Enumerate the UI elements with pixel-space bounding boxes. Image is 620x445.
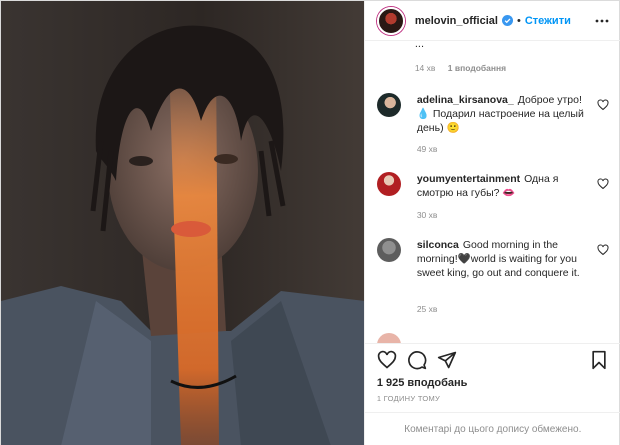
post-actions (364, 343, 620, 373)
comment-username[interactable]: adelina_kirsanova_ (417, 94, 514, 106)
comment-meta: 25 хв (417, 304, 438, 314)
share-icon[interactable] (437, 350, 457, 370)
avatar[interactable] (376, 6, 405, 35)
comment-avatar[interactable] (376, 93, 401, 117)
portrait-image (1, 1, 364, 445)
comment-like-heart-icon[interactable] (597, 99, 609, 111)
comment-time: 25 хв (416, 304, 438, 314)
comment-time: 30 хв (416, 210, 438, 220)
comment-body: adelina_kirsanova_ Доброе утро! 💧 Подарил… (417, 93, 587, 135)
comments-list[interactable]: ... 14 хв 1 вподобання adelina_kirsanova… (365, 41, 620, 343)
post-modal: melovin_official • Стежити ... 14 хв 1 в… (0, 0, 620, 445)
comment-body: youmyentertainment Одна я смотрю на губы?… (417, 172, 587, 200)
post-header: melovin_official • Стежити (364, 1, 620, 41)
comment-like-heart-icon[interactable] (597, 178, 609, 190)
verified-badge-icon (501, 15, 513, 26)
comment-username[interactable]: youmyentertainment (417, 173, 520, 185)
previous-comment-meta: 14 хв 1 вподобання (415, 63, 506, 73)
comment-avatar[interactable] (376, 172, 401, 196)
comments-restricted-notice: Коментарі до цього допису обмежено. (364, 412, 620, 445)
bookmark-icon[interactable] (589, 350, 609, 370)
more-options-icon[interactable] (595, 14, 609, 28)
comment-avatar[interactable] (376, 333, 401, 343)
comment-meta: 49 хв (417, 144, 438, 154)
comment-like-heart-icon[interactable] (597, 244, 609, 256)
post-photo[interactable] (1, 1, 364, 445)
author-username[interactable]: melovin_official (415, 15, 498, 27)
comment-avatar[interactable] (376, 238, 401, 262)
previous-comment-fragment: ... (414, 41, 424, 50)
comment-username[interactable]: silconca (417, 239, 459, 251)
post-likes-count[interactable]: 1 925 вподобань (377, 377, 468, 389)
comment-time: 14 хв (414, 63, 436, 73)
post-timestamp[interactable]: 1 ГОДИНУ ТОМУ (377, 394, 440, 403)
heart-icon[interactable] (377, 350, 397, 370)
comment-time: 49 хв (416, 144, 438, 154)
comment-meta: 30 хв (417, 210, 438, 220)
comment-likes-count[interactable]: 1 вподобання (448, 63, 506, 73)
post-sidebar: melovin_official • Стежити ... 14 хв 1 в… (363, 1, 620, 445)
comment-body: silconca Good morning in the morning!🖤wor… (417, 238, 587, 280)
header-separator: • (516, 14, 521, 27)
comment-icon[interactable] (407, 350, 427, 370)
follow-button[interactable]: Стежити (525, 15, 571, 27)
